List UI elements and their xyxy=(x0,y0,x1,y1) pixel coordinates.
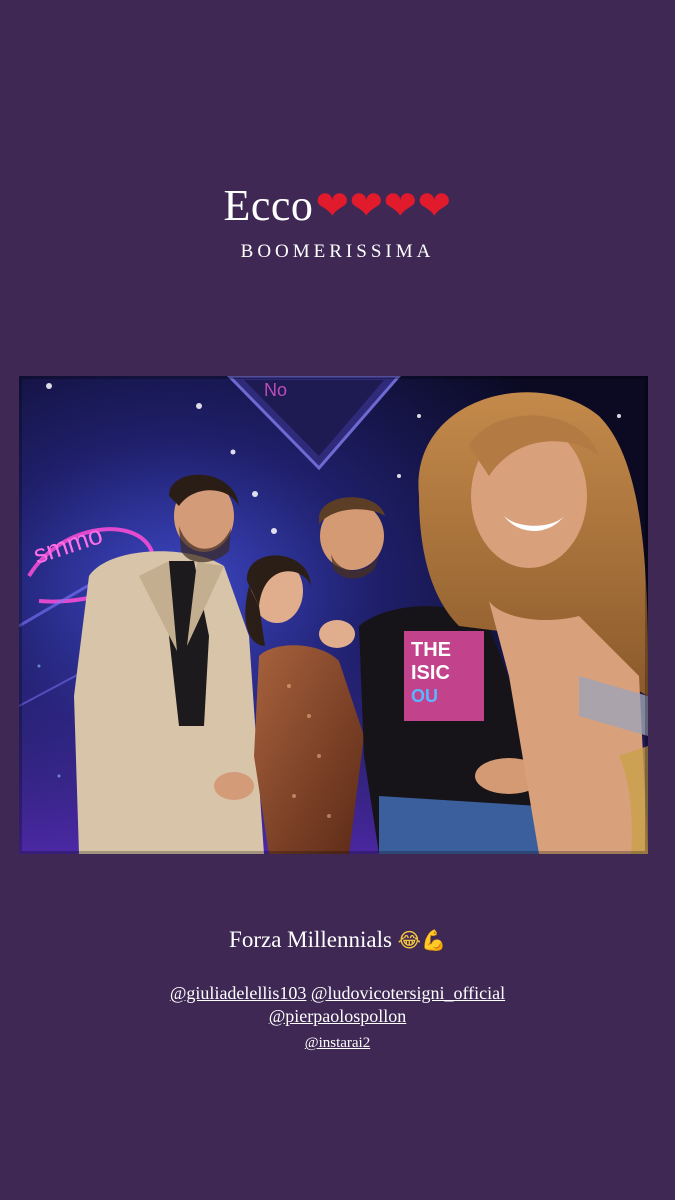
story-caption: Forza Millennials 😂💪 xyxy=(0,927,675,953)
mention-pierpaolo[interactable]: @pierpaolospollon xyxy=(269,1006,407,1026)
story-subline: BOOMERISSIMA xyxy=(240,241,435,262)
mentions-block: @giuliadelellis103 @ludovicotersigni_off… xyxy=(0,982,675,1028)
mentions-line-1: @giuliadelellis103 @ludovicotersigni_off… xyxy=(0,982,675,1005)
svg-text:No: No xyxy=(264,380,287,400)
mentions-line-2: @pierpaolospollon xyxy=(0,1005,675,1028)
laughing-emoji-icon: 😂 xyxy=(397,928,422,952)
story-canvas: Ecco❤❤❤❤ BOOMERISSIMA No smmo THE ISIC O… xyxy=(0,0,675,1200)
svg-text:ISIC: ISIC xyxy=(411,662,450,684)
headline-text: Ecco xyxy=(223,180,314,230)
mention-giulia[interactable]: @giuliadelellis103 xyxy=(170,983,307,1003)
story-headline: Ecco❤❤❤❤ xyxy=(0,172,675,236)
caption-text: Forza Millennials xyxy=(229,927,392,952)
heart-icons: ❤❤❤❤ xyxy=(315,182,452,229)
svg-text:THE: THE xyxy=(411,639,451,661)
mention-instarai2[interactable]: @instarai2 xyxy=(305,1035,370,1051)
selfie-photo: No smmo THE ISIC OU xyxy=(19,376,648,854)
photo-illustration: No smmo THE ISIC OU xyxy=(19,376,648,854)
flexed-biceps-emoji-icon: 💪 xyxy=(421,928,446,952)
mentions-line-3: @instarai2 xyxy=(0,1035,675,1052)
svg-text:OU: OU xyxy=(411,686,438,706)
mention-ludovico[interactable]: @ludovicotersigni_official xyxy=(311,983,505,1003)
